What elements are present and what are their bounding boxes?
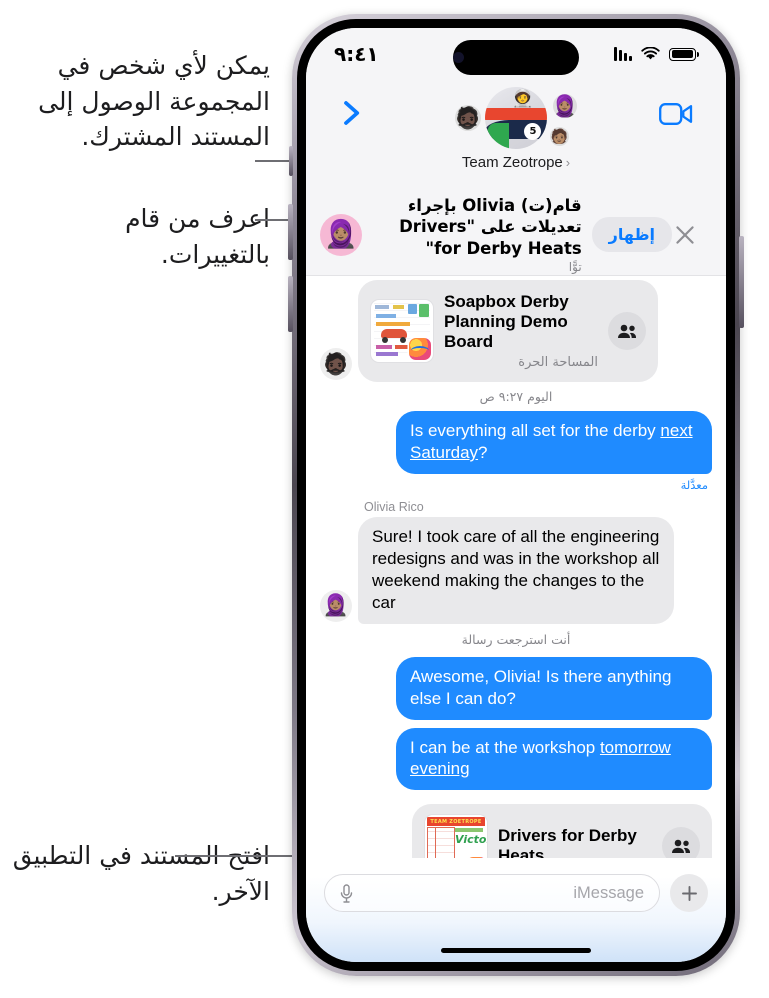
sender-name: Olivia Rico — [364, 499, 424, 514]
people-icon[interactable] — [662, 827, 700, 858]
document-subtitle: المساحة الحرة — [518, 355, 598, 371]
avatar: 🧔🏿 — [320, 348, 352, 381]
facetime-video-icon[interactable] — [659, 102, 693, 126]
group-name-label: Team Zeotrope — [461, 154, 563, 171]
collaboration-time: توًّا — [568, 260, 582, 275]
message-bubble-outgoing[interactable]: I can be at the workshop tomorrow evenin… — [396, 727, 712, 791]
home-indicator[interactable] — [441, 948, 591, 953]
message-row-doc-bottom: TEAM ZOETROPE Victory! — [320, 804, 712, 858]
message-text-tail: ? — [478, 443, 488, 463]
edited-badge: معدَّلة — [680, 477, 708, 492]
iphone-frame: ٩:٤١ — [288, 14, 744, 976]
phone-screen: ٩:٤١ — [306, 28, 726, 962]
message-bubble-incoming[interactable]: Sure! I took care of all the engineering… — [358, 516, 674, 624]
plus-icon[interactable] — [670, 874, 708, 912]
close-icon[interactable] — [672, 222, 698, 248]
message-row-outgoing-2: Awesome, Olivia! Is there anything else … — [320, 656, 712, 720]
rider-icon: 🧑‍🚀 — [512, 88, 534, 109]
message-input-bar: iMessage — [306, 858, 726, 962]
message-bubble-outgoing[interactable]: Is everything all set for the derby next… — [396, 411, 712, 474]
cellular-bars-icon — [614, 47, 632, 61]
battery-icon — [669, 47, 699, 61]
show-button[interactable]: إظهار — [591, 217, 672, 252]
message-bubble-outgoing[interactable]: Awesome, Olivia! Is there anything else … — [396, 656, 712, 720]
front-camera-icon — [453, 52, 464, 63]
mute-switch[interactable] — [289, 146, 293, 176]
chevron-left-small-icon: ‹ — [565, 155, 571, 170]
message-row-outgoing-3: I can be at the workshop tomorrow evenin… — [320, 727, 712, 791]
document-meta: Soapbox Derby Planning Demo Board المساح… — [434, 292, 608, 370]
message-text: I can be at the workshop — [410, 737, 600, 757]
phone-bezel: ٩:٤١ — [297, 19, 735, 971]
document-title: Soapbox Derby Planning Demo Board — [444, 292, 569, 352]
callout-open-doc: افتح المستند في التطبيق الآخر. — [12, 841, 270, 906]
callout-sharing: يمكن لأي شخص في المجموعة الوصول إلى المس… — [38, 51, 270, 151]
dynamic-island — [453, 40, 579, 75]
avatar: 🧕🏽 — [320, 213, 362, 256]
message-row-doc-top: 🧔🏿 Soapbox Derby Planning Demo Board الم… — [320, 280, 712, 383]
volume-up-button[interactable] — [288, 204, 293, 260]
microphone-icon[interactable] — [340, 883, 353, 903]
group-avatar: 5 🧑‍🚀 — [485, 87, 547, 149]
member-avatar-3: 🧑🏽 — [549, 126, 570, 147]
document-card-drivers[interactable]: TEAM ZOETROPE Victory! — [412, 804, 712, 858]
message-text: Is everything all set for the derby — [410, 421, 661, 441]
member-avatar-2: 🧕🏽 — [552, 93, 578, 119]
board-thumbnail — [370, 299, 434, 364]
callout-changes: اعرف من قام بالتغييرات. — [125, 204, 270, 269]
search-input[interactable]: iMessage — [324, 874, 660, 912]
group-header[interactable]: 5 🧑‍🚀 🧔🏿 🧕🏽 🧑🏽 ‹ Team Zeotrope — [442, 86, 590, 171]
avatar: 🧕🏽 — [320, 589, 352, 622]
collaboration-banner: إظهار قام(ت) Olivia بإجراء تعديلات على "… — [306, 194, 726, 276]
avatar-cluster: 5 🧑‍🚀 🧔🏿 🧕🏽 🧑🏽 — [442, 86, 590, 156]
document-meta: Drivers for Derby Heats — [488, 826, 662, 858]
document-card-soapbox[interactable]: Soapbox Derby Planning Demo Board المساح… — [358, 280, 658, 383]
message-placeholder: iMessage — [573, 883, 644, 902]
people-icon[interactable] — [608, 312, 646, 351]
status-time: ٩:٤١ — [334, 42, 379, 66]
wifi-icon — [641, 47, 660, 60]
message-row-incoming-1: 🧕🏽 Sure! I took care of all the engineer… — [320, 516, 712, 624]
chevron-right-icon[interactable] — [336, 96, 366, 130]
heats-thumbnail: TEAM ZOETROPE Victory! — [424, 814, 488, 858]
document-title: Drivers for Derby Heats — [498, 826, 637, 858]
volume-down-button[interactable] — [288, 276, 293, 332]
collaboration-title: قام(ت) Olivia بإجراء تعديلات على "Driver… — [399, 195, 582, 258]
system-note-unsent: أنت استرجعت رسالة — [461, 631, 571, 647]
power-button[interactable] — [739, 236, 744, 328]
member-avatar-1: 🧔🏿 — [454, 104, 482, 132]
message-row-outgoing-1: Is everything all set for the derby next… — [320, 411, 712, 474]
status-indicators — [614, 47, 699, 61]
collaboration-text: قام(ت) Olivia بإجراء تعديلات على "Driver… — [362, 195, 592, 274]
group-name-row[interactable]: ‹ Team Zeotrope — [442, 154, 590, 171]
callout-leader-line-open-doc — [175, 855, 305, 857]
message-list[interactable]: 🧔🏿 Soapbox Derby Planning Demo Board الم… — [306, 194, 726, 858]
day-timestamp: اليوم ٩:٢٧ ص — [479, 389, 553, 405]
conversation-nav-bar: 5 🧑‍🚀 🧔🏿 🧕🏽 🧑🏽 ‹ Team Zeotrope — [306, 80, 726, 195]
